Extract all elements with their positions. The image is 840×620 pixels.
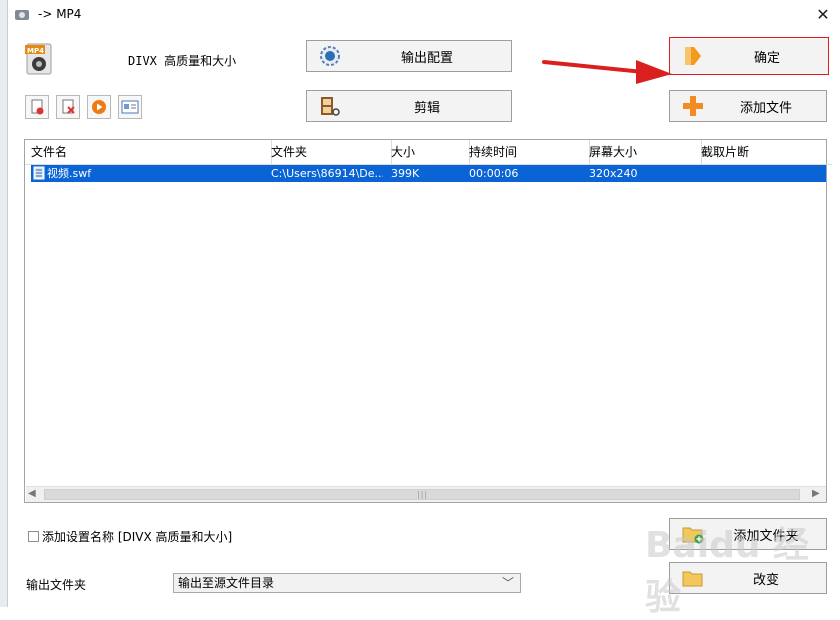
annotation-arrow-icon: [542, 60, 672, 84]
clear-list-icon: [62, 99, 75, 114]
column-header-filename[interactable]: 文件名: [25, 140, 272, 165]
cell-clip: [701, 165, 821, 182]
media-info-icon: [121, 100, 139, 114]
mp4-format-icon: MP4: [24, 42, 54, 76]
preset-name: DIVX 高质量和大小: [128, 54, 237, 68]
play-icon: [92, 100, 106, 114]
media-info-button[interactable]: [118, 95, 142, 119]
confirm-arrow-icon: [680, 43, 706, 69]
watermark: Baidu 经验: [645, 525, 810, 618]
scroll-left-icon[interactable]: ◀: [28, 488, 36, 499]
plus-icon: [680, 93, 706, 119]
settings-gear-icon: [317, 43, 343, 69]
background-window-strip: [0, 0, 8, 607]
close-icon[interactable]: ✕: [812, 4, 834, 26]
file-list[interactable]: 文件名 文件夹 大小 持续时间 屏幕大小 截取片断 视频.swf C:\User…: [24, 139, 832, 503]
window-title: -> MP4: [38, 7, 82, 21]
column-header-size[interactable]: 大小: [385, 140, 470, 165]
remove-file-button[interactable]: [25, 95, 49, 119]
column-header-screen-size[interactable]: 屏幕大小: [583, 140, 702, 165]
svg-text:MP4: MP4: [27, 47, 44, 55]
chevron-down-icon: ﹀: [501, 576, 514, 590]
output-folder-select[interactable]: 输出至源文件目录 ﹀: [173, 573, 521, 593]
column-header-duration[interactable]: 持续时间: [463, 140, 590, 165]
edit-label: 剪辑: [413, 100, 440, 116]
cell-filename: 视频.swf: [47, 167, 92, 180]
horizontal-scrollbar[interactable]: ◀ ||| ▶: [26, 486, 826, 502]
output-folder-label: 输出文件夹: [26, 578, 87, 592]
cell-size: 399K: [391, 167, 420, 180]
output-config-button[interactable]: 输出配置: [306, 40, 512, 72]
scroll-right-icon[interactable]: ▶: [812, 488, 820, 499]
cell-folder: C:\Users\86914\De...: [271, 167, 383, 180]
remove-file-icon: [31, 99, 44, 115]
cell-duration: 00:00:06: [469, 167, 519, 180]
add-file-label: 添加文件: [739, 100, 792, 116]
add-setting-name-checkbox[interactable]: [28, 531, 39, 542]
play-button[interactable]: [87, 95, 111, 119]
edit-button[interactable]: 剪辑: [306, 90, 512, 122]
add-setting-name-label: 添加设置名称 [DIVX 高质量和大小]: [42, 530, 233, 544]
confirm-button[interactable]: 确定: [669, 37, 829, 75]
add-file-button[interactable]: 添加文件: [669, 90, 827, 122]
table-row[interactable]: 视频.swf C:\Users\86914\De... 399K 00:00:0…: [31, 165, 826, 182]
column-header-folder[interactable]: 文件夹: [265, 140, 392, 165]
app-icon: [14, 7, 30, 23]
video-file-icon: [33, 166, 45, 180]
title-bar: [8, 0, 840, 30]
clear-list-button[interactable]: [56, 95, 80, 119]
scrollbar-thumb[interactable]: |||: [44, 489, 800, 500]
output-folder-value: 输出至源文件目录: [178, 576, 275, 590]
column-header-clip[interactable]: 截取片断: [695, 140, 832, 165]
film-scissors-icon: [317, 93, 343, 119]
output-config-label: 输出配置: [400, 50, 453, 66]
confirm-label: 确定: [753, 50, 780, 66]
cell-screen-size: 320x240: [589, 167, 638, 180]
